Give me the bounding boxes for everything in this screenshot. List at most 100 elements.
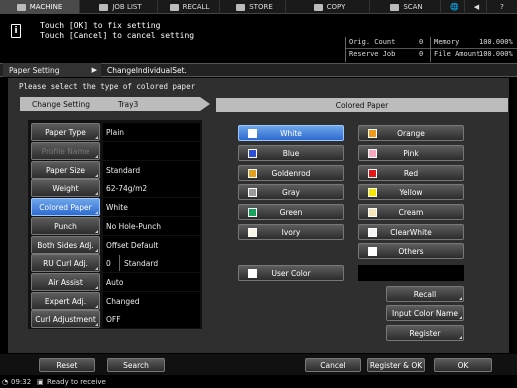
globe-icon: 🌐 <box>450 3 459 11</box>
air-assist-button[interactable]: Air Assist <box>31 273 100 291</box>
user-color-button[interactable]: User Color <box>238 265 344 281</box>
color-gray-button[interactable]: Gray <box>238 184 344 200</box>
file-amount-value: 100.000% <box>479 50 513 58</box>
curl-adjustment-button[interactable]: Curl Adjustment <box>31 310 100 328</box>
recall-button[interactable]: Recall <box>386 286 464 302</box>
arrow-right-icon <box>200 97 210 111</box>
search-button[interactable]: Search <box>107 358 165 372</box>
tab-label: RECALL <box>182 3 210 11</box>
weight-button[interactable]: Weight <box>31 179 100 197</box>
profile-name-value <box>103 142 200 160</box>
volume-button[interactable]: ◀ <box>467 0 487 14</box>
setting-row-expert-adj: Expert Adj. Changed <box>31 292 200 310</box>
help-icon: ? <box>500 3 504 11</box>
color-label: White <box>280 128 302 138</box>
color-label: Others <box>398 246 424 256</box>
setting-row-curl-adjustment: Curl Adjustment OFF <box>31 310 200 328</box>
color-pink-button[interactable]: Pink <box>358 145 464 161</box>
breadcrumb-paper-setting[interactable]: Paper Setting ▶ <box>3 63 101 77</box>
setting-row-ru-curl-adj: RU Curl Adj. 0 Standard <box>31 254 200 272</box>
orange-swatch <box>368 129 377 138</box>
tray-label: Tray3 <box>117 99 139 109</box>
both-sides-adj-value: Offset Default <box>103 236 200 254</box>
color-label: Blue <box>282 148 300 158</box>
goldenrod-swatch <box>248 169 257 178</box>
tab-recall[interactable]: RECALL <box>160 0 220 14</box>
color-others-button[interactable]: Others <box>358 243 464 259</box>
color-orange-button[interactable]: Orange <box>358 125 464 141</box>
colored-paper-button[interactable]: Colored Paper <box>31 198 100 216</box>
color-label: Green <box>279 207 303 217</box>
color-label: Cream <box>398 207 424 217</box>
ok-button[interactable]: OK <box>434 358 492 372</box>
tab-label: MACHINE <box>29 3 63 11</box>
user-color-name-field <box>358 265 464 281</box>
clock-time: 09:32 <box>11 378 32 386</box>
color-red-button[interactable]: Red <box>358 165 464 181</box>
setting-row-air-assist: Air Assist Auto <box>31 273 200 291</box>
copy-icon <box>313 3 323 11</box>
tab-copy[interactable]: COPY <box>290 0 370 14</box>
setting-row-both-sides-adj: Both Sides Adj. Offset Default <box>31 236 200 254</box>
reset-button[interactable]: Reset <box>39 358 95 372</box>
ru-curl-adj-mode: Standard <box>119 255 199 271</box>
orig-count-value: 0 <box>419 38 424 46</box>
ru-curl-adj-button[interactable]: RU Curl Adj. <box>31 254 100 272</box>
tab-job-list[interactable]: JOB LIST <box>84 0 158 14</box>
cancel-button[interactable]: Cancel <box>305 358 361 372</box>
change-setting-title: Change Setting <box>32 99 90 109</box>
setting-row-paper-size: Paper Size Standard <box>31 161 200 179</box>
tab-store[interactable]: STORE <box>224 0 286 14</box>
user-color-swatch <box>248 269 257 278</box>
instruction-text: Please select the type of colored paper <box>19 82 196 91</box>
color-blue-button[interactable]: Blue <box>238 145 344 161</box>
color-ivory-button[interactable]: Ivory <box>238 224 344 240</box>
color-cream-button[interactable]: Cream <box>358 204 464 220</box>
weight-value: 62-74g/m2 <box>103 179 200 197</box>
paper-size-button[interactable]: Paper Size <box>31 161 100 179</box>
yellow-swatch <box>368 188 377 197</box>
green-swatch <box>248 208 257 217</box>
register-button[interactable]: Register <box>386 325 464 341</box>
help-button[interactable]: ? <box>489 0 515 14</box>
colored-paper-value: White <box>103 198 200 216</box>
cream-swatch <box>368 208 377 217</box>
paper-type-value: Plain <box>103 123 200 141</box>
tab-scan[interactable]: SCAN <box>373 0 441 14</box>
both-sides-adj-button[interactable]: Both Sides Adj. <box>31 236 100 254</box>
color-label: Red <box>403 168 419 178</box>
tab-label: COPY <box>326 3 346 11</box>
expert-adj-button[interactable]: Expert Adj. <box>31 292 100 310</box>
color-label: Goldenrod <box>271 168 311 178</box>
tab-machine[interactable]: MACHINE <box>0 0 80 14</box>
memory-label: Memory <box>434 38 460 46</box>
color-goldenrod-button[interactable]: Goldenrod <box>238 165 344 181</box>
globe-button[interactable]: 🌐 <box>445 0 465 14</box>
store-icon <box>236 3 246 11</box>
color-label: Orange <box>397 128 425 138</box>
setting-row-punch: Punch No Hole-Punch <box>31 217 200 235</box>
color-white-button[interactable]: White <box>238 125 344 141</box>
profile-name-button[interactable]: Profile Name <box>31 142 100 160</box>
file-amount-label: File Amount <box>434 50 481 58</box>
color-green-button[interactable]: Green <box>238 204 344 220</box>
punch-button[interactable]: Punch <box>31 217 100 235</box>
colored-paper-header: Colored Paper <box>216 98 508 112</box>
color-yellow-button[interactable]: Yellow <box>358 184 464 200</box>
divider <box>430 37 431 62</box>
color-clearwhite-button[interactable]: ClearWhite <box>358 224 464 240</box>
register-ok-button[interactable]: Register & OK <box>367 358 425 372</box>
status-footer: ◔ 09:32 ▣ Ready to receive <box>0 376 517 388</box>
input-color-name-button[interactable]: Input Color Name <box>386 305 464 321</box>
tab-label: JOB LIST <box>112 3 142 11</box>
others-swatch <box>368 247 377 256</box>
color-label: Ivory <box>281 227 301 237</box>
footer-status-text: Ready to receive <box>47 378 106 386</box>
tab-label: SCAN <box>403 3 423 11</box>
ivory-swatch <box>248 228 257 237</box>
memory-value: 100.000% <box>479 38 513 46</box>
paper-type-button[interactable]: Paper Type <box>31 123 100 141</box>
color-label: ClearWhite <box>390 227 432 237</box>
scan-icon <box>390 3 400 11</box>
ru-curl-adj-value: 0 Standard <box>103 254 200 272</box>
